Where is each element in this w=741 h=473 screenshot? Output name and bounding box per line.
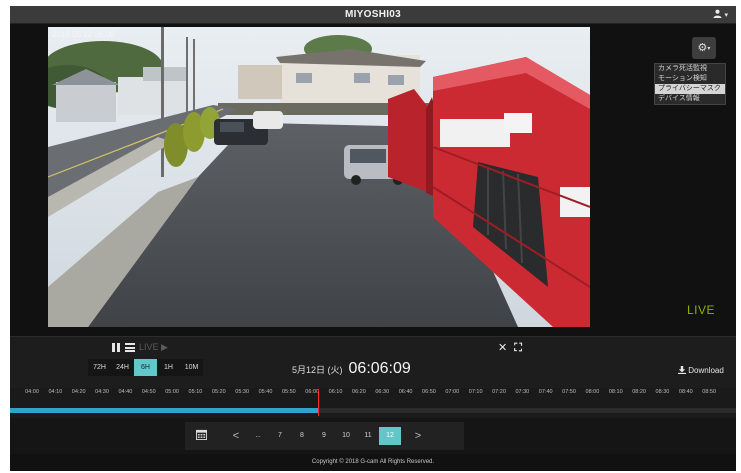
menu-item-motion-detection[interactable]: モーション検知 [655, 74, 725, 84]
range-button-6h[interactable]: 6H [134, 359, 157, 376]
timeline-tick-label: 04:00 [25, 389, 39, 395]
page-ellipsis: ‥ [255, 432, 261, 439]
video-timestamp-overlay: 2018 05 12 06:06 [52, 30, 115, 39]
timeline-tick-label: 08:30 [655, 389, 670, 395]
timeline-tick-label: 04:20 [71, 389, 86, 395]
chevron-down-icon: ▾ [724, 12, 728, 19]
range-button-1h[interactable]: 1H [157, 359, 180, 376]
user-icon [713, 9, 722, 18]
time-range-selector: 72H 24H 6H 1H 10M [88, 359, 203, 376]
range-button-72h[interactable]: 72H [88, 359, 111, 376]
chevron-down-icon: ▾ [707, 46, 711, 52]
prev-page-button[interactable]: < [225, 427, 247, 445]
timeline-tick-label: 06:20 [352, 389, 366, 395]
pagination: < ‥ 7 8 9 10 11 12 > [185, 422, 464, 450]
timeline-tick-label: 08:00 [585, 389, 600, 395]
camera-video-feed[interactable]: 2018 05 12 06:06 [48, 27, 590, 327]
timeline-tick-label: 07:40 [538, 389, 553, 395]
timeline-tick-label: 05:30 [235, 389, 250, 395]
app-window: MIYOSHI03 ▾ 2018 05 12 06:06 ⚙▾ カメラ死活監視 … [10, 6, 736, 471]
list-icon[interactable] [125, 343, 135, 352]
live-button[interactable]: LIVE ▶ [139, 342, 168, 353]
timeline-tick-label: 06:10 [328, 389, 343, 395]
current-datetime: 5月12日 (火) 06:06:09 [292, 360, 411, 378]
timeline-tick-label: 07:10 [468, 389, 483, 395]
recording-timeline[interactable]: 04:00 04:10 04:20 04:30 04:40 04:50 05:00 05:10… [10, 388, 736, 418]
page-7[interactable]: 7 [269, 427, 291, 445]
timeline-tick-label: 05:20 [211, 389, 226, 395]
menu-item-camera-health[interactable]: カメラ死活監視 [655, 64, 725, 74]
timeline-playhead[interactable] [317, 389, 319, 416]
timeline-tick-label: 04:30 [95, 389, 109, 395]
camera-scene-image [48, 27, 590, 327]
current-date: 5月12日 (火) [292, 365, 343, 375]
page-9[interactable]: 9 [313, 427, 335, 445]
copyright-footer: Copyright © 2018 G-cam All Rights Reserv… [10, 454, 736, 471]
settings-button[interactable]: ⚙▾ [692, 37, 716, 59]
page-8[interactable]: 8 [291, 427, 313, 445]
timeline-tick-label: 06:40 [398, 389, 413, 395]
timeline-tick-label: 05:50 [281, 389, 296, 395]
timeline-tick-label: 04:40 [118, 389, 133, 395]
download-label: Download [688, 366, 724, 375]
gear-icon: ⚙ [697, 42, 708, 54]
timeline-tick-label: 08:40 [678, 389, 693, 395]
timeline-tick-label: 05:40 [258, 389, 273, 395]
timeline-recorded-bar [10, 408, 319, 413]
next-page-button[interactable]: > [407, 427, 429, 445]
calendar-button[interactable] [185, 427, 217, 445]
timeline-tick-label: 07:20 [492, 389, 506, 395]
live-status-label: LIVE [687, 303, 716, 317]
range-button-24h[interactable]: 24H [111, 359, 134, 376]
page-10[interactable]: 10 [335, 427, 357, 445]
timeline-tick-label: 08:10 [608, 389, 623, 395]
download-icon [678, 366, 686, 374]
timeline-tick-label: 05:00 [165, 389, 179, 395]
settings-dropdown-menu: カメラ死活監視 モーション検知 プライバシーマスク デバイス情報 [654, 63, 726, 105]
range-button-10m[interactable]: 10M [180, 359, 203, 376]
menu-item-device-info[interactable]: デバイス情報 [655, 94, 725, 104]
user-menu-button[interactable]: ▾ [713, 9, 728, 20]
timeline-tick-label: 07:50 [562, 389, 576, 395]
timeline-tick-label: 06:30 [375, 389, 390, 395]
playback-controls: LIVE ▶ ✕ ⛶ 72H 24H 6H 1H 10M 5月12日 (火) 0… [10, 336, 736, 388]
timeline-tick-label: 08:50 [702, 389, 717, 395]
timeline-tick-label: 08:20 [632, 389, 646, 395]
playback-buttons: LIVE ▶ [112, 342, 168, 353]
download-button[interactable]: Download [678, 366, 724, 375]
timeline-tick-label: 04:10 [48, 389, 63, 395]
fullscreen-icon[interactable]: ✕ ⛶ [498, 341, 524, 355]
page-11[interactable]: 11 [357, 427, 379, 445]
top-bar: MIYOSHI03 ▾ [10, 6, 736, 24]
current-time: 06:06:09 [348, 360, 411, 377]
pause-icon[interactable] [112, 343, 121, 352]
timeline-tick-label: 06:50 [422, 389, 436, 395]
pager-bar: < ‥ 7 8 9 10 11 12 > [10, 418, 736, 454]
page-12[interactable]: 12 [379, 427, 401, 445]
timeline-tick-label: 04:50 [141, 389, 156, 395]
timeline-tick-label: 07:30 [515, 389, 530, 395]
timeline-tick-labels: 04:00 04:10 04:20 04:30 04:40 04:50 05:00 05:10… [10, 388, 736, 400]
menu-item-privacy-mask[interactable]: プライバシーマスク [655, 84, 725, 94]
camera-title: MIYOSHI03 [344, 9, 402, 20]
timeline-tick-label: 07:00 [445, 389, 460, 395]
calendar-icon [195, 429, 207, 440]
timeline-tick-label: 05:10 [188, 389, 203, 395]
